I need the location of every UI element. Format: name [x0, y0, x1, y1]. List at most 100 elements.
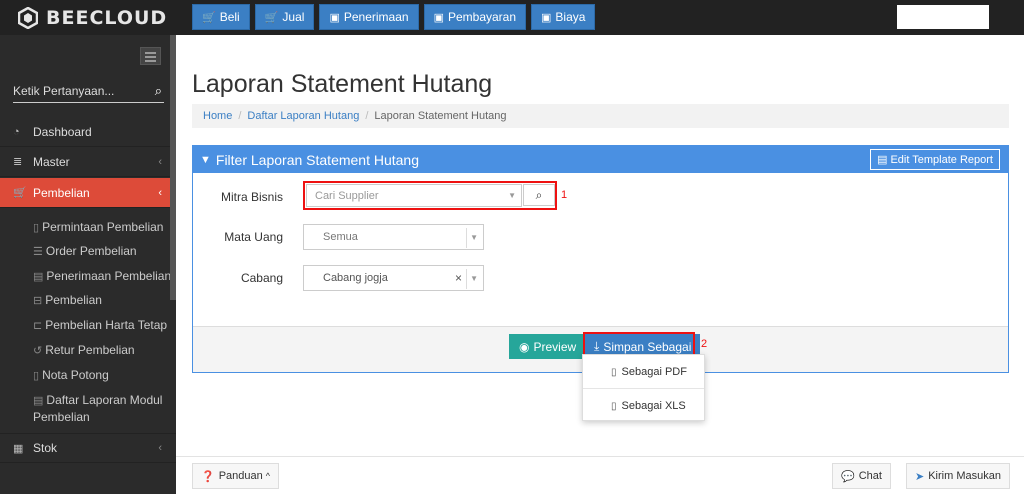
annotation-number-1: 1 [561, 189, 568, 201]
breadcrumb: Home / Daftar Laporan Hutang / Laporan S… [192, 104, 1009, 128]
sidebar-subitem-label: Pembelian [45, 293, 102, 307]
jual-label: Jual [282, 10, 305, 24]
menu-toggle-button[interactable] [140, 47, 161, 65]
cabang-label: Cabang [240, 271, 283, 285]
archive-icon: ▤ [33, 395, 44, 407]
chevron-left-icon: ‹ [158, 186, 162, 199]
top-bar: BEECLOUD 🛒 Beli 🛒 Jual ▣ Penerimaan ▣ Pembay… [0, 0, 1024, 35]
preview-label: Preview [533, 339, 577, 354]
car-icon: ⊏ [33, 320, 43, 332]
sidebar-subitem-retur-pembelian[interactable]: ↺ Retur Pembelian [33, 342, 173, 359]
sidebar-item-label: Stok [33, 441, 58, 455]
search-icon[interactable]: ⌕ [155, 83, 162, 99]
annotation-number-2: 2 [701, 338, 708, 350]
edit-template-label: Edit Template Report [890, 153, 993, 166]
sidebar: ⌕ ◔ Dashboard ≣ Master ‹ 🛒 Pembelian ‹ ▯… [0, 35, 176, 494]
sidebar-search-input[interactable] [13, 81, 143, 101]
database-icon: ≣ [13, 156, 23, 168]
eye-icon: ◉ [519, 339, 530, 354]
pembayaran-button[interactable]: ▣ Pembayaran [423, 4, 527, 30]
file-text-icon: ▤ [877, 154, 888, 166]
sidebar-item-pembelian[interactable]: 🛒 Pembelian ‹ [0, 178, 176, 208]
breadcrumb-separator: / [365, 110, 369, 122]
sidebar-subitem-label: Nota Potong [42, 368, 109, 382]
archive-icon: ▤ [33, 271, 44, 283]
sidebar-subitem-penerimaan-pembelian[interactable]: ▤ Penerimaan Pembelian [33, 268, 173, 285]
chat-button[interactable]: 💬 Chat [832, 463, 891, 489]
panduan-button[interactable]: ❓ Panduan ^ [192, 463, 279, 489]
sidebar-subitem-label: Retur Pembelian [45, 343, 135, 357]
sidebar-item-master[interactable]: ≣ Master ‹ [0, 147, 176, 177]
sidebar-subitem-order-pembelian[interactable]: ☰ Order Pembelian [33, 243, 173, 260]
pembayaran-label: Pembayaran [447, 10, 517, 24]
cart-icon: 🛒 [202, 11, 216, 24]
panduan-label: Panduan [218, 470, 263, 482]
money-icon: ▣ [541, 11, 552, 24]
penerimaan-label: Penerimaan [343, 10, 409, 24]
clear-icon[interactable]: × [455, 271, 462, 285]
panel-title: Filter Laporan Statement Hutang [215, 151, 420, 168]
sidebar-search: ⌕ [13, 81, 164, 103]
user-menu[interactable] [897, 5, 989, 29]
panel-header: ▼ Filter Laporan Statement Hutang ▤ Edit… [193, 146, 1008, 173]
dropdown-divider [583, 388, 704, 389]
caret-down-icon: ▼ [470, 273, 478, 283]
jual-button[interactable]: 🛒 Jual [254, 4, 315, 30]
brand[interactable]: BEECLOUD [0, 0, 176, 35]
caret-down-icon: ▼ [470, 232, 478, 242]
sidebar-item-label: Master [33, 154, 70, 169]
kirim-masukan-label: Kirim Masukan [928, 470, 1001, 482]
page-title: Laporan Statement Hutang [192, 70, 493, 98]
preview-button[interactable]: ◉ Preview [509, 334, 587, 359]
cart-icon: 🛒 [264, 11, 279, 24]
simpan-sebagai-dropdown: ▯ Sebagai PDF ▯ Sebagai XLS [582, 354, 705, 421]
file-excel-icon: ▯ [611, 400, 617, 412]
penerimaan-button[interactable]: ▣ Penerimaan [319, 4, 419, 30]
biaya-button[interactable]: ▣ Biaya [531, 4, 596, 30]
select-divider [466, 269, 467, 289]
brand-name: BEECLOUD [46, 6, 168, 29]
edit-template-report-button[interactable]: ▤ Edit Template Report [870, 149, 1000, 170]
sidebar-item-label: Dashboard [33, 124, 92, 139]
biaya-label: Biaya [555, 10, 586, 24]
question-circle-icon: ❓ [201, 470, 215, 483]
sebagai-xls-label: Sebagai XLS [621, 400, 686, 412]
sidebar-subitem-pembelian-harta-tetap[interactable]: ⊏ Pembelian Harta Tetap [33, 317, 173, 334]
filter-icon: ▼ [200, 153, 211, 166]
sidebar-subitem-label: Penerimaan Pembelian [46, 269, 172, 283]
chat-label: Chat [858, 470, 882, 482]
caret-up-icon: ^ [265, 471, 270, 481]
undo-icon: ↺ [33, 345, 43, 357]
sidebar-subitem-daftar-laporan[interactable]: ▤ Daftar Laporan Modul Pembelian [33, 392, 163, 425]
sidebar-subitem-permintaan-pembelian[interactable]: ▯ Permintaan Pembelian [33, 219, 173, 236]
cart-icon: ⊟ [33, 295, 43, 307]
beli-button[interactable]: 🛒 Beli [192, 4, 250, 30]
money-icon: ▣ [329, 11, 340, 24]
sidebar-subitem-label: Permintaan Pembelian [42, 220, 164, 234]
money-icon: ▣ [433, 11, 444, 24]
file-pdf-icon: ▯ [611, 366, 617, 378]
sebagai-xls-option[interactable]: ▯ Sebagai XLS [583, 395, 704, 417]
cabang-select[interactable]: Cabang jogja × ▼ [303, 265, 484, 291]
page-footer: ❓ Panduan ^ 💬 Chat ➤ Kirim Masukan [176, 456, 1024, 494]
breadcrumb-current: Laporan Statement Hutang [374, 110, 507, 122]
sidebar-item-dashboard[interactable]: ◔ Dashboard [0, 117, 176, 147]
list-icon: ☰ [33, 246, 43, 258]
cabang-value: Cabang jogja [323, 272, 388, 284]
mata-uang-value: Semua [323, 231, 358, 243]
beli-label: Beli [219, 10, 240, 24]
chevron-left-icon: ‹ [158, 155, 162, 168]
mata-uang-select[interactable]: Semua ▼ [303, 224, 484, 250]
kirim-masukan-button[interactable]: ➤ Kirim Masukan [906, 463, 1010, 489]
select-divider [466, 228, 467, 248]
breadcrumb-home[interactable]: Home [203, 110, 232, 122]
breadcrumb-daftar-laporan-hutang[interactable]: Daftar Laporan Hutang [247, 110, 359, 122]
sebagai-pdf-option[interactable]: ▯ Sebagai PDF [583, 361, 704, 383]
chat-icon: 💬 [841, 470, 855, 483]
sidebar-item-stok[interactable]: ▦ Stok ‹ [0, 433, 176, 463]
sidebar-subitem-pembelian[interactable]: ⊟ Pembelian [33, 292, 173, 309]
top-nav: 🛒 Beli 🛒 Jual ▣ Penerimaan ▣ Pembayaran ▣ Bia… [192, 4, 596, 30]
sidebar-subitem-nota-potong[interactable]: ▯ Nota Potong [33, 367, 173, 384]
sebagai-pdf-label: Sebagai PDF [621, 366, 687, 378]
sidebar-subitem-label: Pembelian Harta Tetap [45, 318, 168, 332]
